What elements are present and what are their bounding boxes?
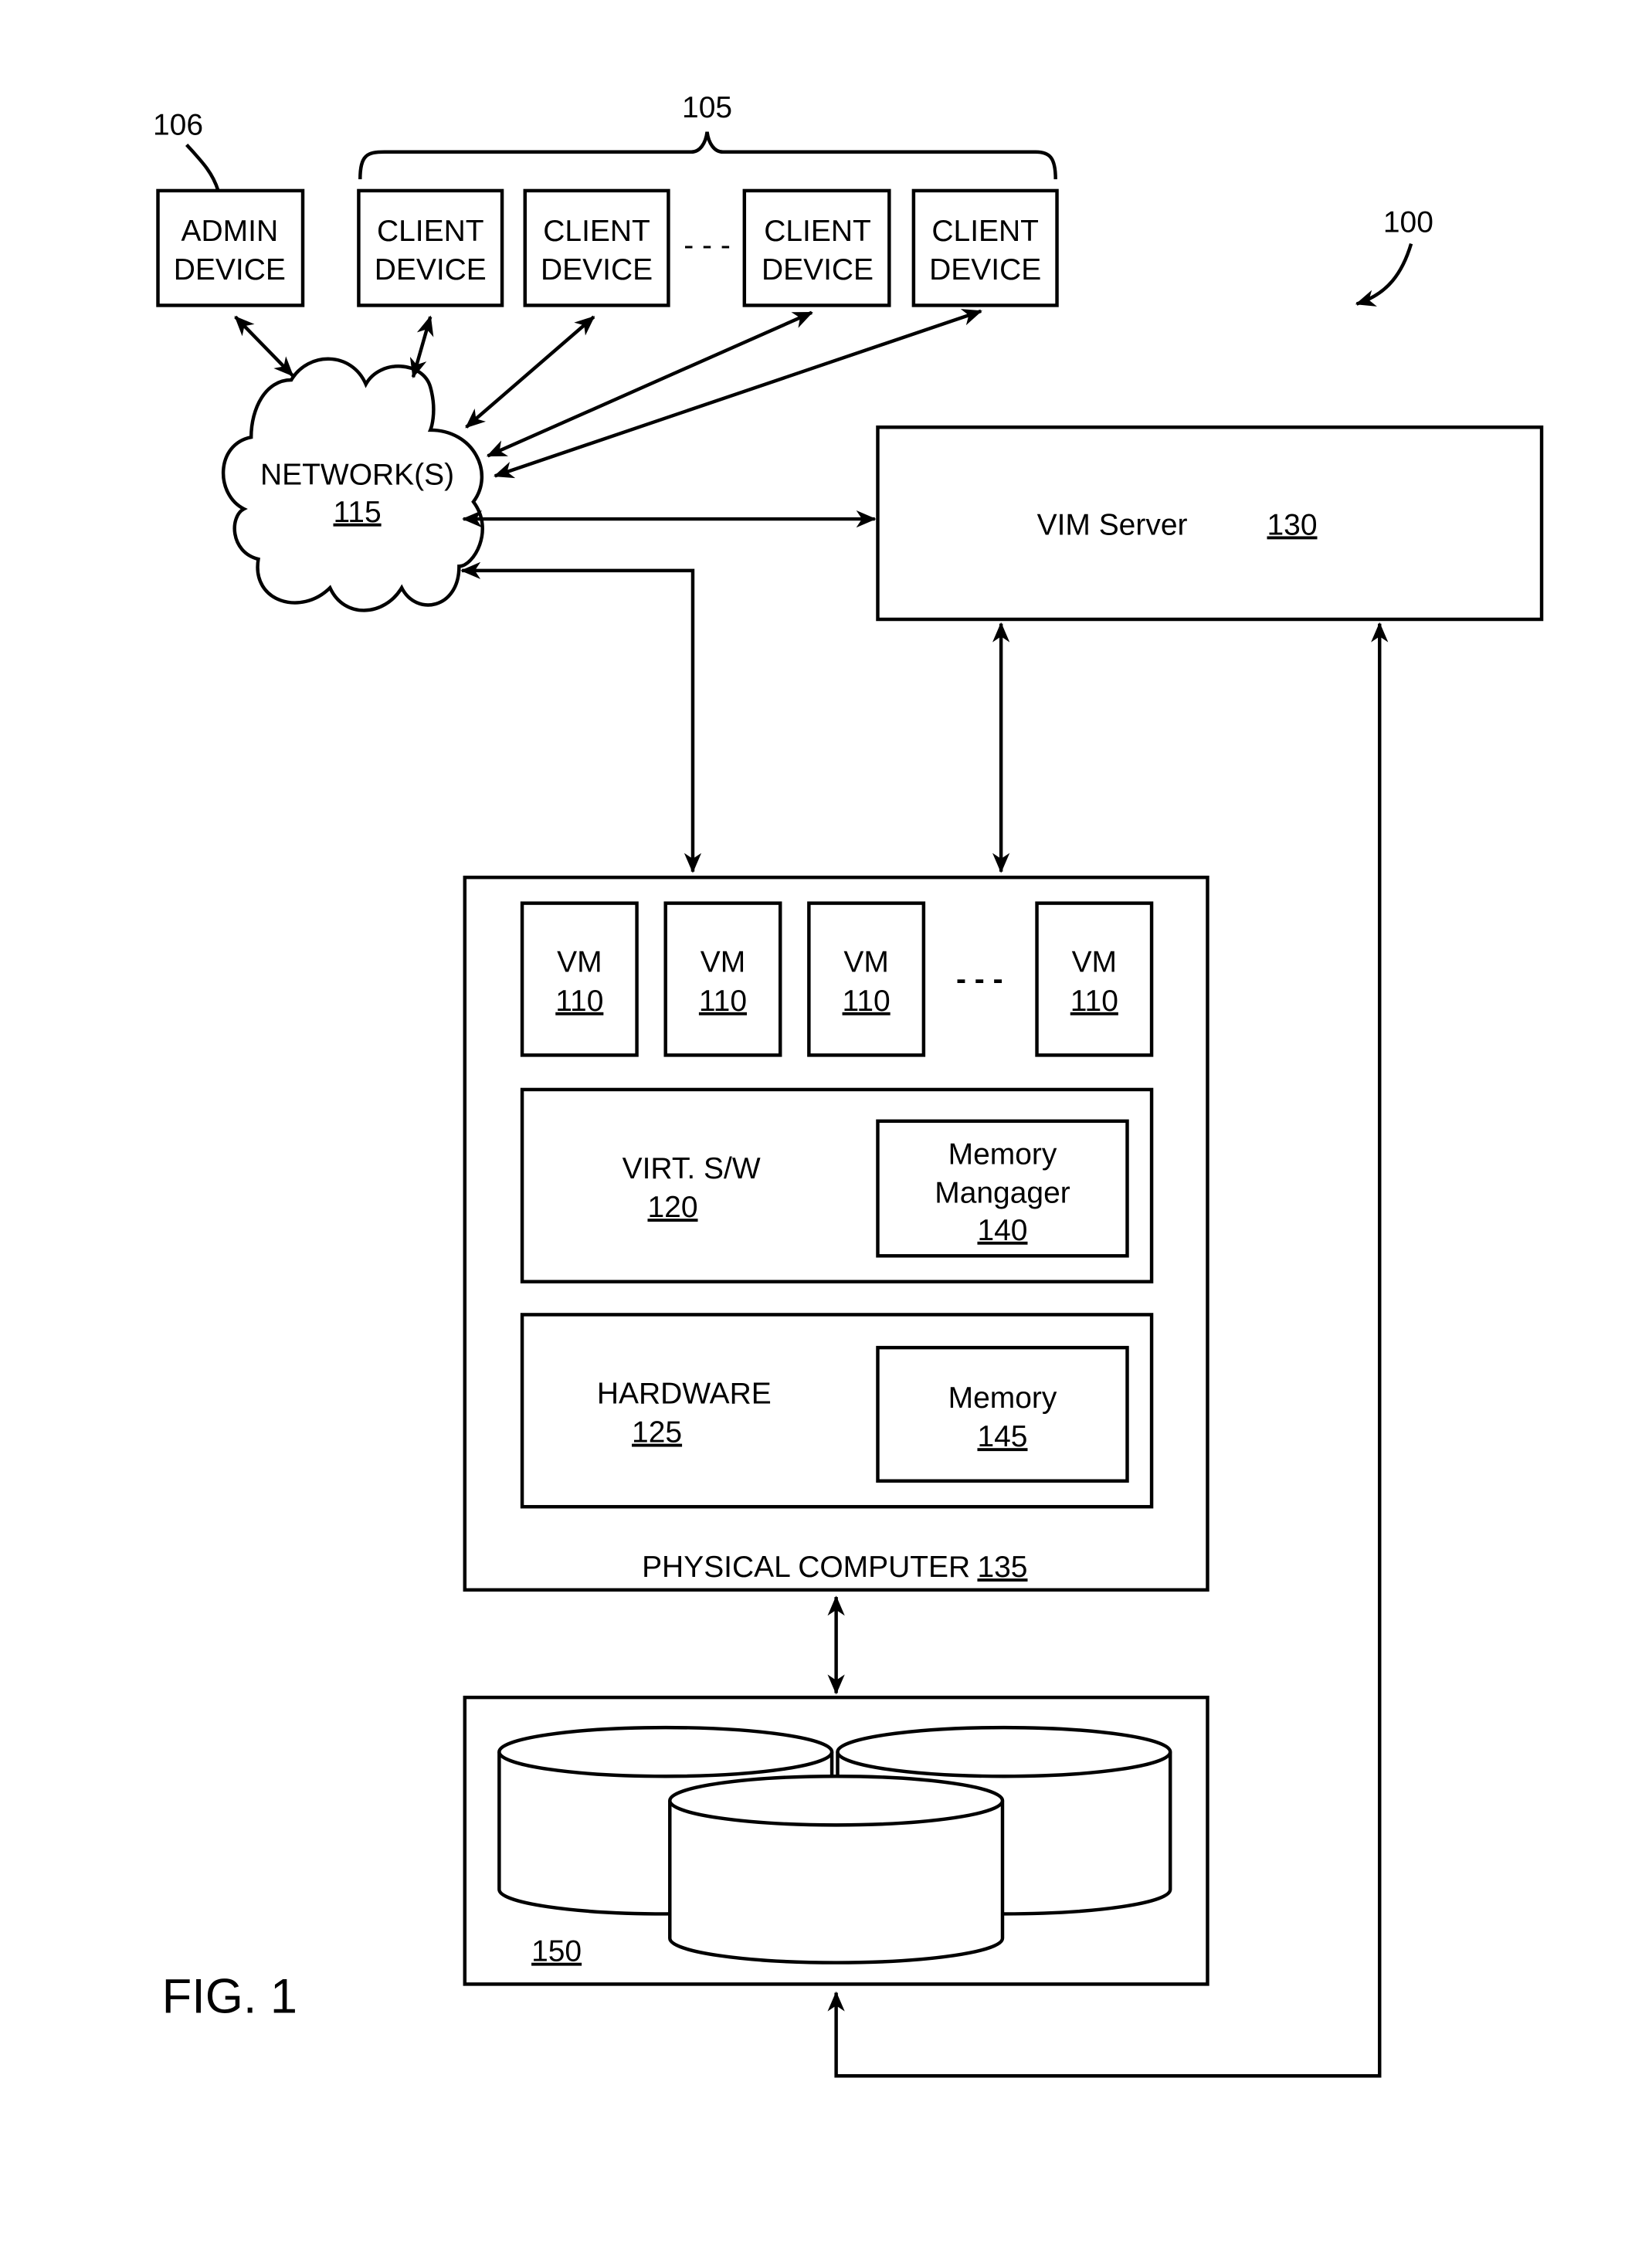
admin-device-ref: 106 (153, 109, 203, 142)
svg-text:CLIENT: CLIENT (377, 215, 484, 248)
vm-2: VM 110 (663, 901, 782, 1057)
vm-1: VM 110 (520, 901, 639, 1057)
disk-front (668, 1774, 1005, 1965)
svg-text:VIM Server: VIM Server (1037, 508, 1188, 541)
client-device-3: CLIENT DEVICE (742, 188, 891, 307)
svg-text:CLIENT: CLIENT (543, 215, 650, 248)
svg-text:110: 110 (1070, 985, 1118, 1018)
svg-text:VM: VM (843, 946, 888, 979)
svg-text:DEVICE: DEVICE (375, 253, 487, 286)
svg-text:HARDWARE: HARDWARE (597, 1378, 772, 1411)
admin-ref-leader (185, 144, 220, 192)
network-physical-link (460, 561, 702, 873)
svg-text:CLIENT: CLIENT (764, 215, 871, 248)
svg-text:125: 125 (632, 1416, 682, 1449)
svg-text:VM: VM (701, 946, 745, 979)
svg-text:110: 110 (699, 985, 747, 1018)
physical-computer: VM 110 VM 110 VM 110 - - - VM 110 VIRT. … (463, 875, 1209, 1592)
svg-text:110: 110 (555, 985, 603, 1018)
system-ref: 100 (1383, 206, 1433, 239)
memory-manager: Memory Mangager 140 (876, 1119, 1129, 1258)
storage: 150 (463, 1695, 1209, 1986)
svg-text:PHYSICAL COMPUTER: PHYSICAL COMPUTER (642, 1551, 970, 1584)
client1-network-link (409, 315, 434, 379)
svg-text:135: 135 (977, 1551, 1027, 1584)
svg-text:CLIENT: CLIENT (931, 215, 1039, 248)
vm-4: VM 110 (1035, 901, 1154, 1057)
svg-text:130: 130 (1267, 508, 1317, 541)
client-device-2: CLIENT DEVICE (523, 188, 670, 307)
svg-text:110: 110 (843, 985, 891, 1018)
svg-text:Memory: Memory (948, 1381, 1057, 1415)
svg-text:NETWORK(S): NETWORK(S) (260, 459, 454, 492)
svg-text:ADMIN: ADMIN (181, 215, 279, 248)
figure-label: FIG. 1 (162, 1970, 297, 2024)
system-ref-arrow (1355, 242, 1413, 307)
svg-text:120: 120 (647, 1191, 697, 1224)
svg-text:DEVICE: DEVICE (174, 253, 286, 286)
client-devices-ref: 105 (682, 91, 732, 124)
client-ellipsis: - - - (684, 229, 731, 262)
admin-network-link (234, 315, 294, 377)
svg-text:150: 150 (531, 1935, 582, 1968)
svg-text:140: 140 (977, 1214, 1027, 1247)
client-device-4: CLIENT DEVICE (911, 188, 1059, 307)
network-cloud: NETWORK(S) 115 (221, 357, 484, 612)
client-devices-brace (358, 131, 1057, 180)
svg-text:Memory: Memory (948, 1137, 1057, 1171)
vim-server: VIM Server 130 (876, 425, 1544, 622)
client2-network-link (465, 315, 595, 429)
system-diagram: 106 105 100 ADMIN DEVICE CLIENT DEVICE C… (153, 91, 1544, 2078)
svg-text:115: 115 (333, 496, 381, 529)
svg-text:Mangager: Mangager (935, 1177, 1070, 1210)
svg-text:VM: VM (557, 946, 602, 979)
admin-device: ADMIN DEVICE (156, 188, 305, 307)
vm-3: VM 110 (807, 901, 926, 1057)
svg-text:VM: VM (1072, 946, 1117, 979)
svg-text:DEVICE: DEVICE (762, 253, 874, 286)
client-device-1: CLIENT DEVICE (357, 188, 504, 307)
svg-text:145: 145 (977, 1420, 1027, 1453)
svg-text:DEVICE: DEVICE (541, 253, 653, 286)
vm-ellipsis: - - - (956, 963, 1003, 996)
svg-text:VIRT. S/W: VIRT. S/W (623, 1152, 761, 1185)
svg-text:DEVICE: DEVICE (929, 253, 1041, 286)
memory: Memory 145 (876, 1345, 1129, 1483)
